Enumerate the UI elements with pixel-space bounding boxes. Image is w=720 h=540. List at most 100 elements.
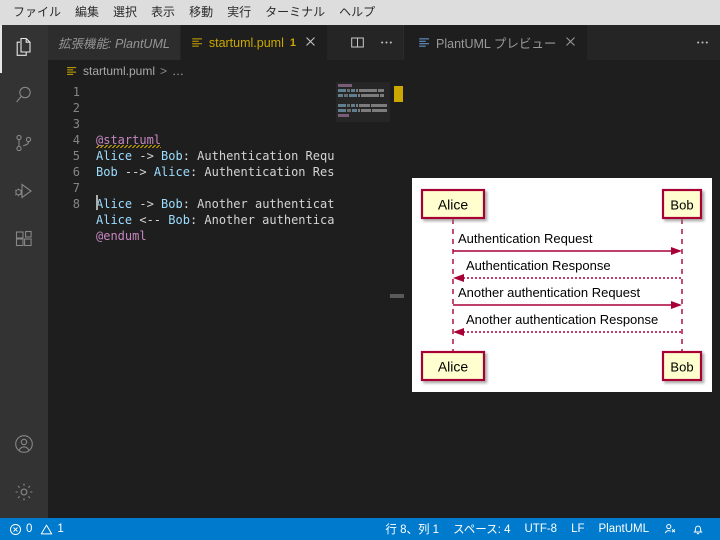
code-token: @startuml: [96, 133, 162, 148]
plantuml-preview-pane[interactable]: Alice Bob Authentication Request Alice d…: [404, 60, 720, 518]
breadcrumb-separator: >: [160, 64, 168, 78]
code-token: <--: [132, 213, 169, 227]
tab-extension-plantuml[interactable]: 拡張機能: PlantUML: [48, 25, 181, 60]
code-token: Bob: [161, 149, 183, 163]
feedback-icon: [663, 522, 677, 536]
menu-bar: ファイル 編集 選択 表示 移動 実行 ターミナル ヘルプ: [0, 0, 720, 25]
account-icon: [12, 432, 36, 461]
gear-icon: [12, 480, 36, 509]
line-number: 4: [72, 133, 80, 147]
status-right-group: 行 8、列 1 スペース: 4 UTF-8 LF PlantUML: [378, 518, 720, 540]
tab-problem-badge: 1: [289, 36, 296, 49]
tab-close-icon[interactable]: [563, 36, 577, 49]
status-cursor-position[interactable]: 行 8、列 1: [378, 518, 446, 540]
warning-count: 1: [57, 523, 64, 535]
participant-label-bob-bottom: Bob: [670, 360, 693, 375]
code-token: : Another authentica: [189, 213, 335, 227]
activity-item-account[interactable]: [0, 422, 48, 470]
code-token: Bob: [96, 165, 118, 179]
code-token: -->: [117, 165, 154, 179]
code-token: Alice: [153, 165, 190, 179]
search-icon: [12, 83, 36, 112]
activity-item-extensions[interactable]: [0, 217, 48, 265]
overview-ruler[interactable]: [390, 82, 404, 518]
activity-item-run-debug[interactable]: [0, 169, 48, 217]
code-token: Alice: [96, 213, 133, 227]
file-lines-icon: [66, 65, 78, 77]
menu-item-go[interactable]: 移動: [182, 2, 220, 24]
breadcrumb: startuml.puml > …: [48, 60, 404, 82]
line-number: 3: [72, 117, 80, 131]
status-bar: 0 1 行 8、列 1 スペース: 4 UTF-8 LF PlantUML: [0, 518, 720, 540]
line-number: 1: [72, 85, 80, 99]
ellipsis-icon[interactable]: [376, 33, 396, 53]
error-count: 0: [26, 523, 33, 535]
code-token: ->: [132, 149, 162, 163]
file-lines-icon: [418, 36, 431, 49]
code-token: : Authentication Requ: [182, 149, 335, 163]
line-number: 2: [72, 101, 80, 115]
code-token: ->: [132, 197, 162, 211]
participant-label-alice-bottom: Alice: [438, 359, 469, 375]
source-control-icon: [12, 131, 36, 160]
line-number-gutter: 1 2 3 4 5 6 7 8: [48, 82, 88, 212]
activity-item-source-control[interactable]: [0, 121, 48, 169]
code-area[interactable]: 12345678 @startuml Alice -> Bob: Authenti…: [48, 82, 404, 518]
status-indentation[interactable]: スペース: 4: [446, 518, 517, 540]
line-number: 8: [72, 197, 80, 211]
code-token: Alice: [96, 149, 133, 163]
line-number: 6: [72, 165, 80, 179]
breadcrumb-file[interactable]: startuml.puml: [83, 64, 155, 78]
menu-item-view[interactable]: 表示: [144, 2, 182, 24]
ellipsis-icon[interactable]: [692, 33, 712, 53]
minimap-slider[interactable]: [336, 82, 390, 122]
code-token: Alice: [96, 197, 133, 211]
tab-startuml-puml[interactable]: startuml.puml 1: [180, 25, 328, 60]
message-label-1: Authentication Request: [458, 231, 593, 246]
minimap[interactable]: [336, 82, 390, 518]
status-problems[interactable]: 0 1: [0, 523, 64, 536]
menu-item-terminal[interactable]: ターミナル: [258, 2, 332, 24]
message-label-4: Another authentication Response: [466, 312, 658, 327]
tab-close-icon[interactable]: [303, 36, 317, 49]
bell-icon: [691, 522, 705, 536]
line-number: 5: [72, 149, 80, 163]
activity-item-search[interactable]: [0, 73, 48, 121]
activity-item-settings[interactable]: [0, 470, 48, 518]
tab-label: startuml.puml: [208, 35, 284, 50]
menu-item-selection[interactable]: 選択: [106, 2, 144, 24]
tab-label: 拡張機能: PlantUML: [58, 37, 170, 51]
tab-label: PlantUML プレビュー: [436, 37, 557, 51]
error-circle-icon: [9, 523, 22, 536]
line-number: 7: [72, 181, 80, 195]
message-label-2: Authentication Response: [466, 258, 611, 273]
activity-bar: [0, 25, 48, 518]
text-cursor: [96, 195, 98, 210]
editor-tabs-left: 拡張機能: PlantUML startuml.puml 1: [48, 25, 404, 60]
message-label-3: Another authentication Request: [458, 285, 641, 300]
tab-plantuml-preview[interactable]: PlantUML プレビュー: [404, 25, 589, 60]
menu-item-help[interactable]: ヘルプ: [332, 2, 382, 24]
code-token: Bob: [168, 213, 190, 227]
overview-warning-mark: [394, 86, 403, 102]
code-token: : Another authenticat: [182, 197, 335, 211]
menu-item-run[interactable]: 実行: [220, 2, 258, 24]
text-editor: startuml.puml > … 12345678 @startuml Alic…: [48, 60, 404, 518]
status-notifications[interactable]: [684, 518, 712, 540]
warning-triangle-icon: [40, 523, 53, 536]
menu-item-file[interactable]: ファイル: [6, 2, 68, 24]
split-editor-icon[interactable]: [347, 33, 367, 53]
status-eol[interactable]: LF: [564, 518, 591, 540]
menu-item-edit[interactable]: 編集: [68, 2, 106, 24]
extensions-icon: [12, 227, 36, 256]
run-debug-icon: [12, 179, 36, 208]
file-lines-icon: [191, 36, 204, 49]
status-encoding[interactable]: UTF-8: [517, 518, 564, 540]
activity-item-explorer[interactable]: [0, 25, 48, 73]
participant-label-alice-top: Alice: [438, 197, 469, 213]
breadcrumb-tail[interactable]: …: [172, 64, 184, 78]
code-token: : Authentication Res: [189, 165, 335, 179]
status-language-mode[interactable]: PlantUML: [592, 518, 657, 540]
sequence-diagram[interactable]: Alice Bob Authentication Request Alice d…: [412, 178, 712, 392]
status-feedback[interactable]: [656, 518, 684, 540]
